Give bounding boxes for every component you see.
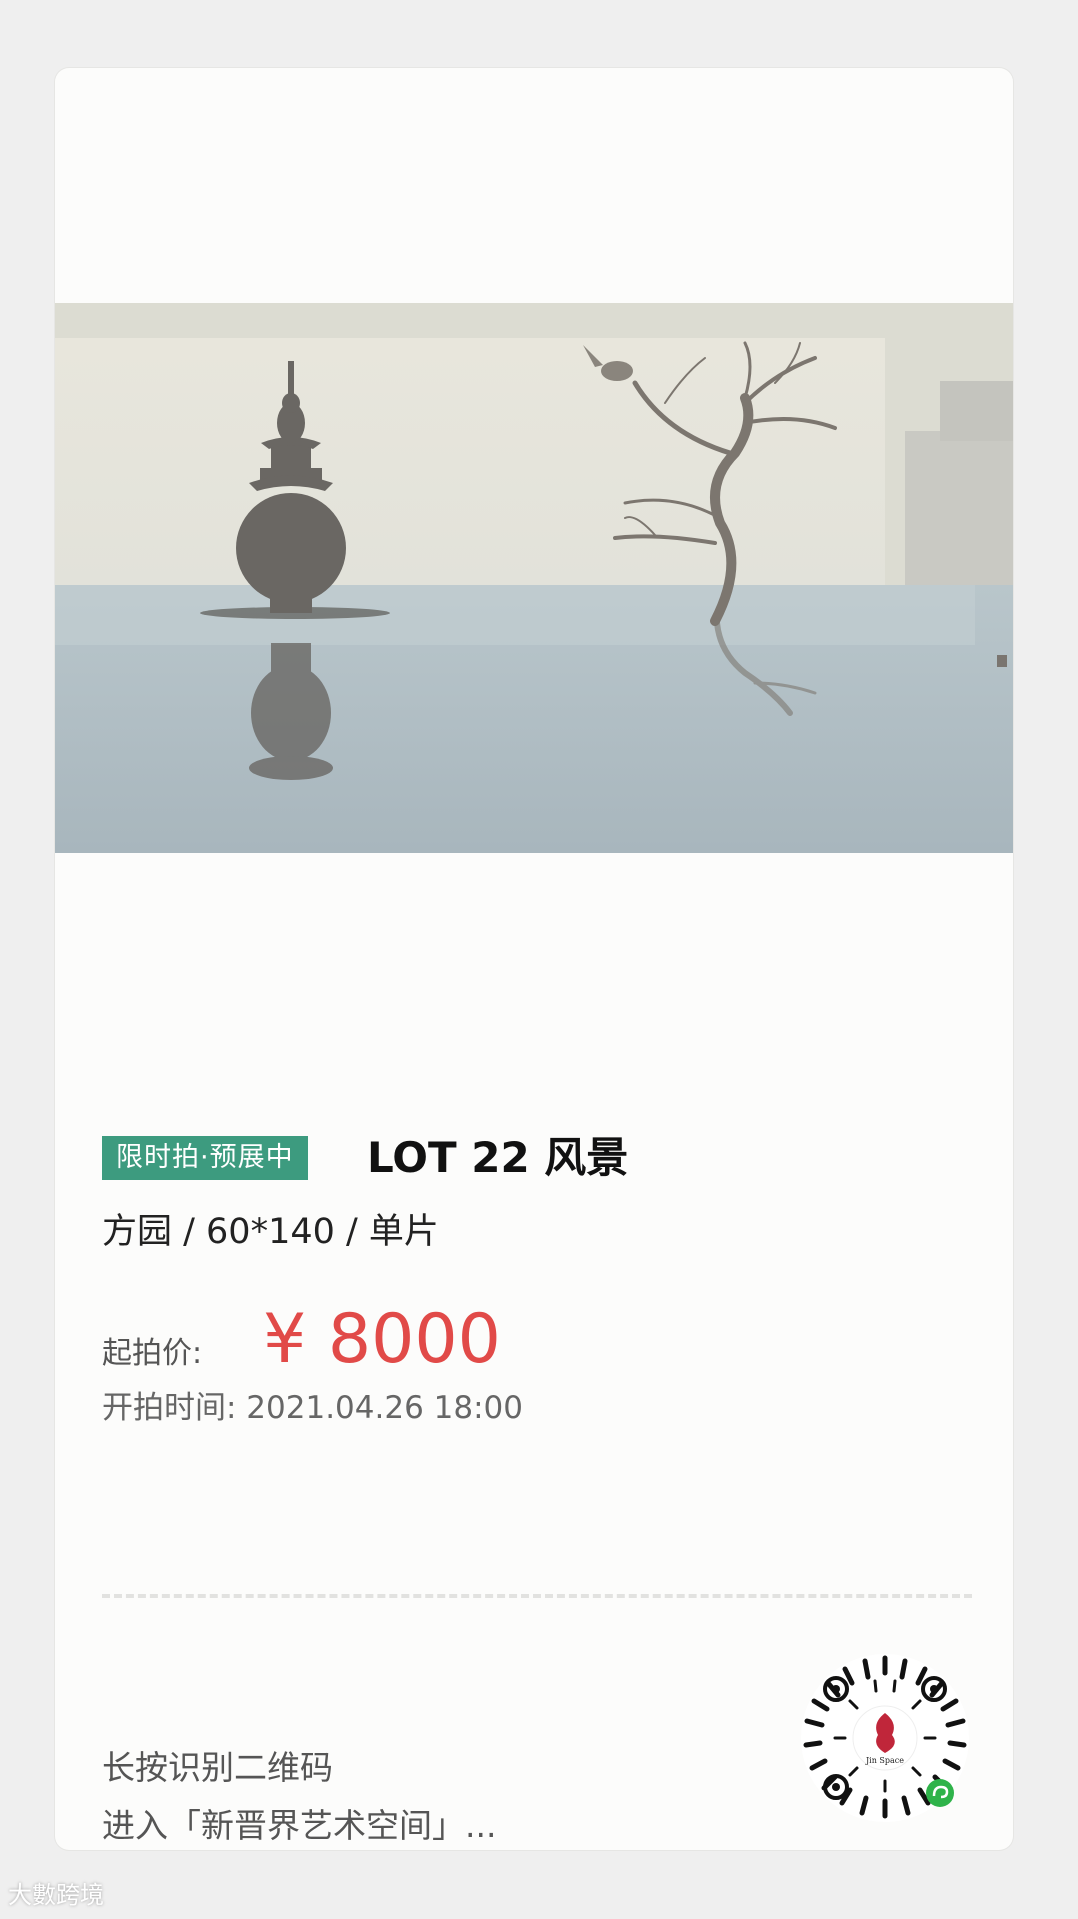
dashed-divider bbox=[102, 1594, 972, 1598]
auction-lot-card[interactable]: 限时拍·预展中 LOT 22 风景 方园 / 60*140 / 单片 起拍价: … bbox=[55, 68, 1013, 1850]
status-tag: 限时拍·预展中 bbox=[102, 1136, 308, 1180]
artwork-image[interactable] bbox=[55, 303, 1013, 853]
qr-hint-line2: 进入「新晋界艺术空间」... bbox=[102, 1806, 497, 1845]
lot-title: LOT 22 风景 bbox=[367, 1133, 629, 1182]
watermark-text: 大數跨境 bbox=[8, 1881, 104, 1909]
mini-program-qr-code[interactable]: Jin Space bbox=[800, 1653, 970, 1823]
starting-price-label: 起拍价: bbox=[102, 1336, 203, 1371]
qr-logo-text: Jin Space bbox=[865, 1756, 904, 1765]
starting-price-value: ¥ 8000 bbox=[263, 1300, 501, 1379]
lot-details: 方园 / 60*140 / 单片 bbox=[102, 1212, 439, 1252]
qr-hint-line1: 长按识别二维码 bbox=[102, 1748, 333, 1787]
screen-background: 限时拍·预展中 LOT 22 风景 方园 / 60*140 / 单片 起拍价: … bbox=[0, 0, 1078, 1919]
auction-start-time: 开拍时间: 2021.04.26 18:00 bbox=[102, 1390, 523, 1426]
